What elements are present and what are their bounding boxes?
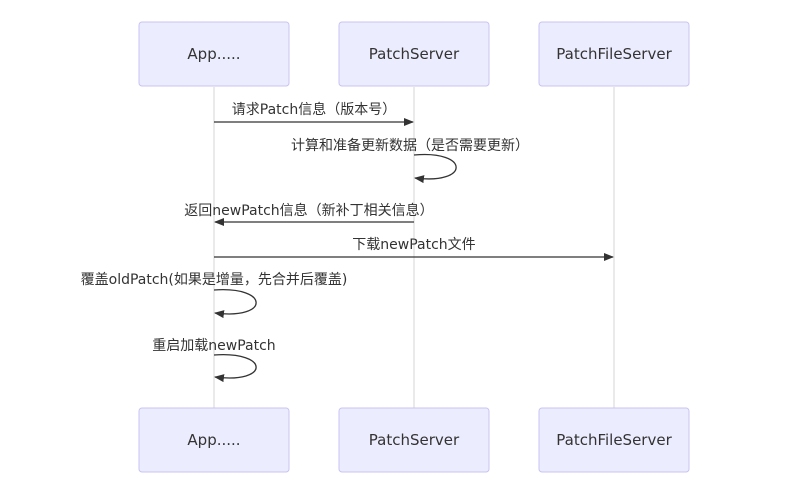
message-label: 覆盖oldPatch(如果是增量，先合并后覆盖) — [81, 272, 348, 288]
actor-label: App..... — [187, 431, 240, 449]
actor-patchserver-bottom[interactable]: PatchServer — [338, 407, 490, 473]
actor-label: PatchFileServer — [556, 45, 672, 63]
actor-patchserver-top[interactable]: PatchServer — [338, 21, 490, 87]
actor-label: App..... — [187, 45, 240, 63]
actor-patchfileserver-bottom[interactable]: PatchFileServer — [538, 407, 690, 473]
actor-app-bottom[interactable]: App..... — [138, 407, 290, 473]
actor-patchfileserver-top[interactable]: PatchFileServer — [538, 21, 690, 87]
self-message-arrow — [213, 354, 257, 383]
message-label: 计算和准备更新数据（是否需要更新） — [291, 137, 529, 154]
actor-label: PatchServer — [369, 45, 460, 63]
message-label: 下载newPatch文件 — [352, 237, 475, 253]
self-message-arrow — [213, 289, 257, 319]
actor-label: PatchServer — [369, 431, 460, 449]
sequence-diagram: App..... PatchServer PatchFileServer 请求P… — [81, 21, 690, 473]
message-label: 请求Patch信息（版本号） — [232, 101, 396, 118]
message-label: 重启加载newPatch — [152, 338, 275, 354]
message-label: 返回newPatch信息（新补丁相关信息） — [184, 202, 433, 219]
self-message-arrow — [413, 153, 457, 184]
actor-app-top[interactable]: App..... — [138, 21, 290, 87]
actor-label: PatchFileServer — [556, 431, 672, 449]
